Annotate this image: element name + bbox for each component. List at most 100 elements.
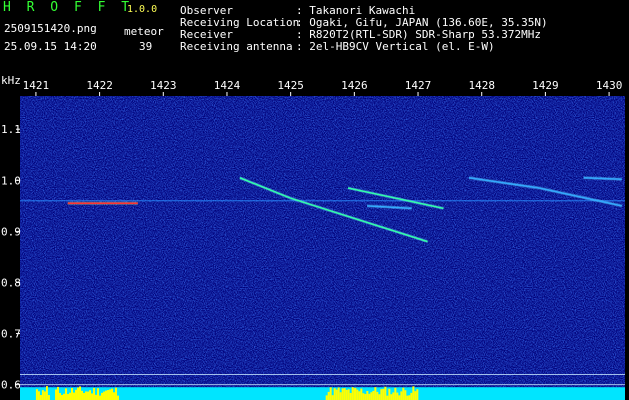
band-peak xyxy=(410,392,413,400)
band-peak xyxy=(398,395,401,400)
x-tick-label: 1422 xyxy=(86,79,113,92)
band-peak xyxy=(390,394,393,400)
band-peak xyxy=(392,392,395,400)
capture-datetime: 25.09.15 14:20 xyxy=(4,40,97,53)
band-peak xyxy=(329,387,332,400)
band-peak xyxy=(61,394,64,400)
x-tick-label: 1430 xyxy=(596,79,623,92)
band-peak xyxy=(366,390,369,400)
band-peak xyxy=(343,388,346,400)
band-peak xyxy=(382,388,385,400)
band-peak xyxy=(358,391,361,400)
bottom-band xyxy=(20,386,625,400)
band-peak xyxy=(113,392,116,400)
band-peak xyxy=(83,393,86,400)
band-peak xyxy=(89,390,92,400)
x-tick-label: 1423 xyxy=(150,79,177,92)
band-peak xyxy=(339,392,342,400)
band-peak xyxy=(35,389,38,400)
band-peak xyxy=(327,391,330,400)
band-peak xyxy=(117,395,120,400)
meteor-count: 39 xyxy=(139,40,153,53)
y-tick-label: 0.7 xyxy=(1,328,21,341)
band-peak xyxy=(337,387,340,400)
band-peak xyxy=(386,395,389,400)
file-name: 2509151420.png xyxy=(4,22,97,35)
band-peak xyxy=(75,389,78,400)
meteor-label: meteor xyxy=(124,25,164,38)
band-peak xyxy=(335,389,338,400)
band-peak xyxy=(81,390,84,400)
band-peak xyxy=(408,395,411,400)
band-peak xyxy=(71,387,74,400)
band-peak xyxy=(388,388,391,400)
band-peak xyxy=(85,391,88,400)
band-peak xyxy=(57,386,60,400)
band-peak xyxy=(368,393,371,400)
band-peak xyxy=(406,395,409,400)
band-peak xyxy=(63,393,66,400)
band-peak xyxy=(41,390,44,400)
band-peak xyxy=(400,391,403,400)
band-peak xyxy=(111,388,114,400)
x-tick-label: 1428 xyxy=(468,79,495,92)
app-title: H R O F F T xyxy=(3,0,134,15)
band-peak xyxy=(364,393,367,400)
band-peak xyxy=(356,389,359,400)
band-peak xyxy=(59,393,62,400)
y-tick-label: 1.0 xyxy=(1,174,21,187)
band-peak xyxy=(43,391,46,400)
spectrogram-noise xyxy=(20,96,625,400)
band-peak xyxy=(347,389,350,400)
band-peak xyxy=(109,389,112,400)
band-peak xyxy=(370,392,373,400)
band-peak xyxy=(341,388,344,400)
y-tick-label: 0.6 xyxy=(1,379,21,392)
band-peak xyxy=(37,391,40,400)
band-peak xyxy=(73,392,76,400)
x-tick-label: 1421 xyxy=(23,79,50,92)
band-peak xyxy=(402,387,405,400)
x-tick-label: 1427 xyxy=(405,79,432,92)
band-peak xyxy=(414,391,417,400)
band-peak xyxy=(325,395,328,400)
band-peak xyxy=(412,386,415,400)
band-peak xyxy=(99,395,102,400)
y-axis-unit: kHz xyxy=(1,74,21,87)
band-peak xyxy=(77,387,80,400)
band-peak xyxy=(360,388,363,400)
band-peak xyxy=(384,386,387,400)
band-peak xyxy=(103,391,106,400)
band-peak xyxy=(416,389,419,400)
app-version: 1.0.0 xyxy=(127,4,158,15)
band-peak xyxy=(95,394,98,400)
band-peak xyxy=(351,387,354,400)
band-peak xyxy=(45,386,48,400)
x-tick-label: 1424 xyxy=(214,79,241,92)
y-tick-label: 0.9 xyxy=(1,225,21,238)
band-peak xyxy=(374,387,377,400)
band-peak xyxy=(93,387,96,400)
antenna-value: : 2el-HB9CV Vertical (el. E-W) xyxy=(296,40,495,53)
band-peak xyxy=(67,394,70,400)
band-peak xyxy=(354,387,357,400)
band-peak xyxy=(65,388,68,400)
band-peak xyxy=(47,395,50,400)
band-peak xyxy=(331,395,334,400)
band-peak xyxy=(333,388,336,400)
band-peak xyxy=(380,389,383,400)
band-peak xyxy=(55,389,58,400)
y-tick-label: 1.1 xyxy=(1,123,21,136)
header-panel: H R O F F T 1.0.0 2509151420.png meteor … xyxy=(0,0,629,74)
band-peak xyxy=(345,389,348,400)
band-peak xyxy=(39,394,42,400)
x-tick-label: 1425 xyxy=(277,79,304,92)
x-tick-label: 1429 xyxy=(532,79,559,92)
band-peak xyxy=(69,392,72,400)
band-peak xyxy=(79,386,82,400)
band-peak xyxy=(404,390,407,400)
band-peak xyxy=(372,390,375,400)
band-peak xyxy=(107,390,110,400)
band-peak xyxy=(91,393,94,400)
band-peak xyxy=(376,391,379,400)
